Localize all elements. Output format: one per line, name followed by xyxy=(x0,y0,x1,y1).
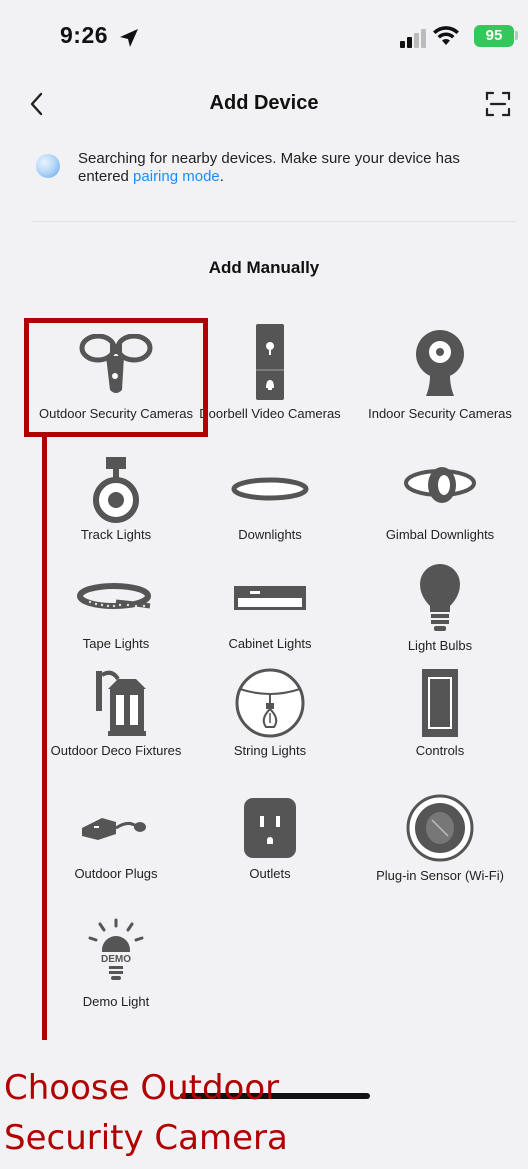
gimbal-downlight-icon xyxy=(404,467,476,503)
annotation-line-2: Security Camera xyxy=(4,1118,288,1158)
location-arrow-icon xyxy=(120,29,138,47)
demo-light-icon: DEMO xyxy=(88,918,144,980)
device-label: Controls xyxy=(415,743,465,758)
string-light-icon xyxy=(235,668,305,738)
device-label: Cabinet Lights xyxy=(228,636,312,651)
device-label: Doorbell Video Cameras xyxy=(199,406,341,421)
downlight-icon xyxy=(231,477,309,501)
scan-qr-button[interactable] xyxy=(484,90,512,118)
device-label: Gimbal Downlights xyxy=(385,527,495,542)
device-label: Outlets xyxy=(249,866,291,881)
device-label: Indoor Security Cameras xyxy=(368,406,512,421)
add-device-screen: 9:26 95 Add Device Searching for nearby … xyxy=(0,0,528,1169)
status-bar: 9:26 95 xyxy=(0,0,528,80)
tape-light-icon xyxy=(77,583,151,609)
cellular-signal-icon xyxy=(400,29,426,48)
track-light-icon xyxy=(93,457,139,523)
device-label: Demo Light xyxy=(82,994,150,1009)
battery-nub xyxy=(515,31,518,40)
annotation-line-1: Choose Outdoor xyxy=(4,1068,280,1108)
pairing-mode-link[interactable]: pairing mode xyxy=(133,168,220,185)
outlet-icon xyxy=(244,798,296,858)
switch-control-icon xyxy=(422,669,458,737)
device-label: Outdoor Deco Fixtures xyxy=(50,743,182,758)
battery-indicator: 95 xyxy=(474,25,514,47)
plugin-sensor-icon xyxy=(406,794,474,862)
section-title: Add Manually xyxy=(208,258,320,277)
device-label: Tape Lights xyxy=(82,636,150,651)
indoor-camera-icon xyxy=(416,330,464,396)
outdoor-plug-icon xyxy=(82,818,146,840)
searching-message: Searching for nearby devices. Make sure … xyxy=(78,150,508,186)
searching-indicator-icon xyxy=(36,154,60,178)
device-label: Plug-in Sensor (Wi-Fi) xyxy=(376,868,504,883)
searching-text-end: . xyxy=(219,168,224,185)
wifi-icon xyxy=(433,26,459,45)
divider xyxy=(32,221,516,222)
light-bulb-icon xyxy=(420,564,460,631)
doorbell-camera-icon xyxy=(256,324,284,400)
annotation-pointer-line xyxy=(42,437,47,1040)
cabinet-light-icon xyxy=(234,586,306,610)
status-time: 9:26 xyxy=(60,22,109,48)
highlight-box xyxy=(24,318,208,437)
annotation-caption: Choose Outdoor Security Camera xyxy=(4,1063,424,1163)
device-label: Light Bulbs xyxy=(407,638,473,653)
demo-badge: DEMO xyxy=(101,954,131,965)
device-label: Outdoor Plugs xyxy=(74,866,158,881)
page-title: Add Device xyxy=(209,92,319,114)
device-label: Downlights xyxy=(238,527,302,542)
device-label: String Lights xyxy=(233,743,307,758)
device-label: Track Lights xyxy=(80,527,152,542)
outdoor-lantern-icon xyxy=(96,670,146,736)
